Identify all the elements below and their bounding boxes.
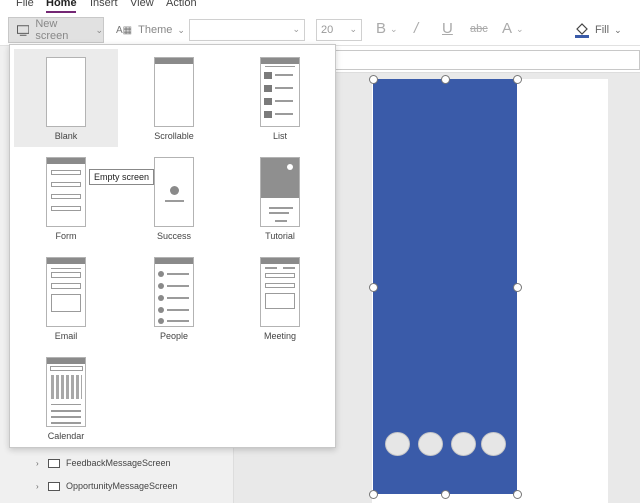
template-meeting[interactable]: Meeting — [228, 249, 332, 347]
new-screen-dropdown: Blank Scrollable List Form Success Tutor… — [9, 44, 336, 448]
chevron-right-icon[interactable]: › — [36, 459, 48, 468]
new-screen-icon — [17, 24, 30, 36]
theme-button[interactable]: A▦ Theme ⌄ — [112, 17, 185, 43]
template-tutorial[interactable]: Tutorial — [228, 149, 332, 247]
form-thumbnail — [46, 157, 86, 227]
screen-icon — [48, 481, 60, 491]
template-people[interactable]: People — [122, 249, 226, 347]
tree-item-opportunity-screen[interactable]: › OpportunityMessageScreen — [36, 477, 178, 495]
menu-home[interactable]: Home — [46, 0, 77, 9]
resize-handle[interactable] — [513, 75, 522, 84]
template-label: Scrollable — [154, 131, 194, 141]
template-success[interactable]: Success — [122, 149, 226, 247]
font-size-dropdown[interactable]: 20 ⌄ — [316, 19, 362, 41]
resize-handle[interactable] — [513, 490, 522, 499]
template-form[interactable]: Form — [14, 149, 118, 247]
chevron-down-icon[interactable]: ⌄ — [516, 24, 524, 35]
new-screen-label: New screen — [35, 18, 69, 42]
menu-bar: File Home Insert View Action — [0, 0, 640, 14]
resize-handle[interactable] — [513, 283, 522, 292]
circle-shape[interactable] — [451, 432, 476, 456]
people-thumbnail — [154, 257, 194, 327]
ribbon-toolbar: New screen ⌄ A▦ Theme ⌄ ⌄ 20 ⌄ B ⌄ / U a… — [0, 14, 640, 46]
template-calendar[interactable]: Calendar — [14, 349, 118, 447]
font-size-value: 20 — [321, 24, 334, 36]
chevron-down-icon: ⌄ — [349, 24, 357, 34]
circle-shape[interactable] — [385, 432, 410, 456]
template-label: List — [272, 131, 287, 141]
template-blank[interactable]: Blank — [14, 49, 118, 147]
template-label: Email — [54, 331, 78, 341]
theme-label: Theme — [138, 24, 173, 36]
bold-icon[interactable]: B — [376, 20, 386, 37]
formula-input[interactable] — [334, 50, 640, 70]
template-label: Tutorial — [265, 231, 295, 241]
menu-action[interactable]: Action — [166, 0, 197, 9]
scrollable-thumbnail — [154, 57, 194, 127]
blank-thumbnail — [46, 57, 86, 127]
meeting-thumbnail — [260, 257, 300, 327]
menu-insert[interactable]: Insert — [90, 0, 118, 9]
chevron-down-icon: ⌄ — [95, 24, 103, 35]
calendar-thumbnail — [46, 357, 86, 427]
template-email[interactable]: Email — [14, 249, 118, 347]
chevron-right-icon[interactable]: › — [36, 482, 48, 491]
tree-item-label: OpportunityMessageScreen — [66, 481, 178, 491]
resize-handle[interactable] — [369, 490, 378, 499]
theme-icon: A▦ — [116, 24, 133, 36]
font-color-icon[interactable]: A — [502, 20, 512, 37]
tooltip: Empty screen — [89, 169, 155, 185]
resize-handle[interactable] — [369, 283, 378, 292]
fill-button[interactable]: Fill ⌄ — [574, 17, 622, 43]
chevron-down-icon: ⌄ — [292, 24, 300, 34]
circle-shape[interactable] — [418, 432, 443, 456]
chevron-down-icon: ⌄ — [614, 24, 622, 35]
resize-handle[interactable] — [441, 490, 450, 499]
template-label: Form — [55, 231, 77, 241]
success-thumbnail — [154, 157, 194, 227]
tree-item-feedback-screen[interactable]: › FeedbackMessageScreen — [36, 454, 171, 472]
strikethrough-icon[interactable]: abc — [470, 23, 488, 35]
fill-icon — [575, 23, 589, 38]
chevron-down-icon[interactable]: ⌄ — [390, 24, 398, 35]
template-label: People — [159, 331, 189, 341]
new-screen-button[interactable]: New screen ⌄ — [8, 17, 104, 43]
fill-label: Fill — [595, 24, 610, 36]
tutorial-thumbnail — [260, 157, 300, 227]
resize-handle[interactable] — [441, 75, 450, 84]
template-scrollable[interactable]: Scrollable — [122, 49, 226, 147]
email-thumbnail — [46, 257, 86, 327]
template-label: Blank — [54, 131, 78, 141]
resize-handle[interactable] — [369, 75, 378, 84]
template-label: Calendar — [47, 431, 85, 441]
italic-icon[interactable]: / — [414, 20, 418, 37]
template-label: Success — [156, 231, 191, 241]
list-thumbnail — [260, 57, 300, 127]
menu-view[interactable]: View — [130, 0, 154, 9]
circle-shape[interactable] — [481, 432, 506, 456]
tree-item-label: FeedbackMessageScreen — [66, 458, 171, 468]
underline-icon[interactable]: U — [442, 20, 453, 37]
template-label: Meeting — [263, 331, 297, 341]
menu-file[interactable]: File — [16, 0, 34, 9]
screen-icon — [48, 458, 60, 468]
font-family-dropdown[interactable]: ⌄ — [189, 19, 305, 41]
template-list[interactable]: List — [228, 49, 332, 147]
chevron-down-icon: ⌄ — [177, 24, 185, 35]
active-tab-indicator — [46, 11, 76, 13]
